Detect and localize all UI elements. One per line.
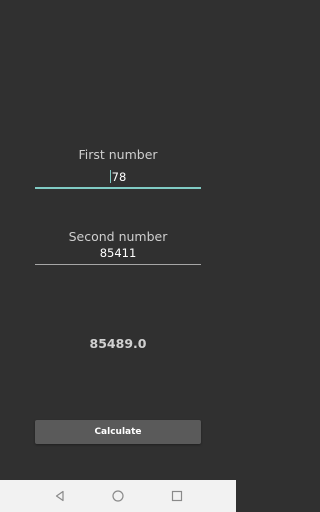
recents-icon[interactable]	[169, 488, 185, 504]
second-number-field[interactable]: 85411	[35, 243, 201, 265]
text-cursor	[109, 170, 111, 183]
calculator-screen: First number 78 Second number 85411 8548…	[0, 0, 236, 480]
second-number-value: 85411	[99, 246, 137, 260]
second-number-underline	[35, 264, 201, 265]
system-navigation-bar	[0, 480, 236, 512]
calculate-button[interactable]: Calculate	[35, 420, 201, 444]
first-number-underline	[35, 187, 201, 189]
result-text: 85489.0	[89, 336, 147, 351]
first-number-value: 78	[111, 170, 127, 184]
first-number-field[interactable]: 78	[35, 167, 201, 189]
first-number-label: First number	[78, 147, 158, 162]
home-icon[interactable]	[110, 488, 126, 504]
back-icon[interactable]	[52, 488, 68, 504]
